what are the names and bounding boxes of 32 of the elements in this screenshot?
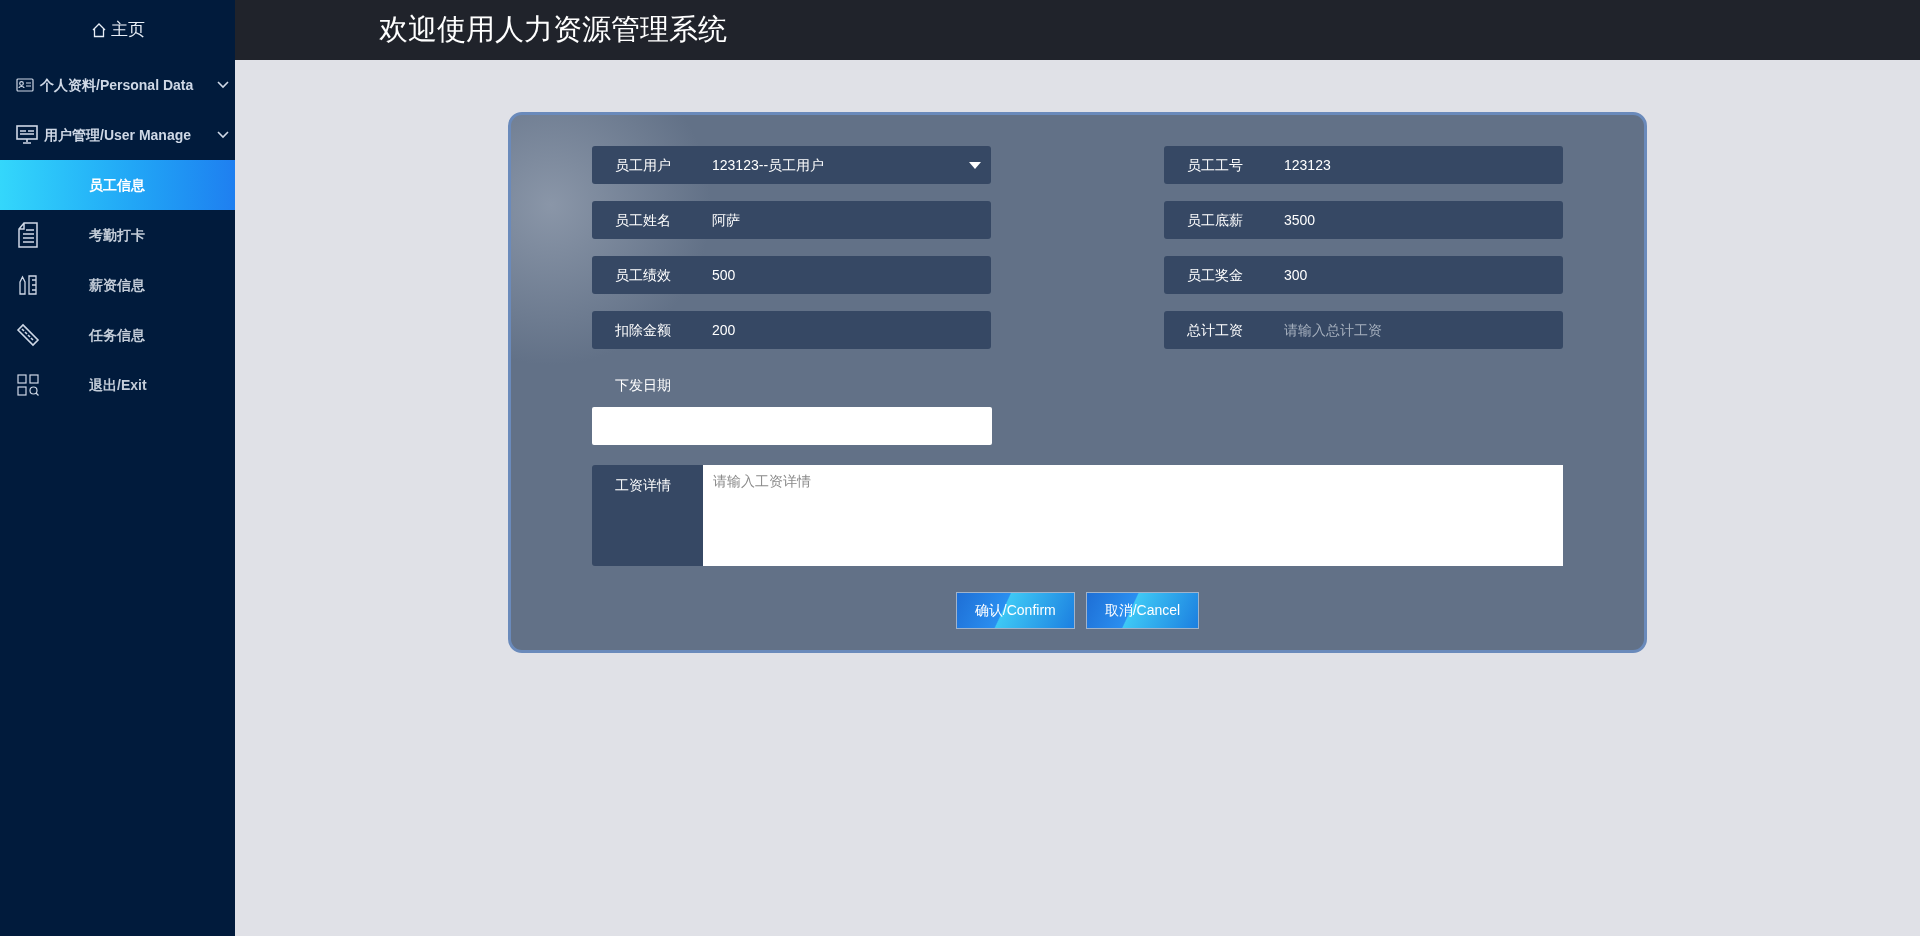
monitor-icon	[16, 125, 38, 145]
columns-icon	[18, 275, 38, 295]
input-field[interactable]: 员工奖金 300	[1164, 256, 1563, 294]
home-icon	[90, 22, 107, 38]
input-field[interactable]: 员工绩效 500	[592, 256, 991, 294]
input-field[interactable]: 员工工号 123123	[1164, 146, 1563, 184]
input-field[interactable]: 扣除金额 200	[592, 311, 991, 349]
chevron-icon	[217, 81, 229, 89]
input-field[interactable]: 总计工资 请输入总计工资	[1164, 311, 1563, 349]
page-title: 欢迎使用人力资源管理系统	[379, 12, 727, 48]
sidebar-item[interactable]: 考勤打卡	[0, 210, 235, 260]
sidebar-group[interactable]: 个人资料/Personal Data	[0, 60, 235, 110]
caret-icon	[969, 161, 981, 169]
document-icon	[18, 222, 38, 248]
id-card-icon	[16, 78, 34, 92]
sidebar-group[interactable]: 用户管理/User Manage	[0, 110, 235, 160]
ruler-icon	[16, 323, 40, 347]
home-link[interactable]: 主页	[0, 0, 235, 60]
date-field[interactable]	[592, 407, 992, 445]
sidebar-item[interactable]: 任务信息	[0, 310, 235, 360]
sidebar-item[interactable]: 退出/Exit	[0, 360, 235, 410]
select-field[interactable]: 员工用户 123123--员工用户	[592, 146, 991, 184]
input-field[interactable]: 员工底薪 3500	[1164, 201, 1563, 239]
chevron-icon	[217, 131, 229, 139]
date-label: 下发日期	[614, 376, 672, 395]
input-field[interactable]: 员工姓名 阿萨	[592, 201, 991, 239]
group-label: 用户管理/User Manage	[44, 125, 193, 145]
details-label: 工资详情	[592, 465, 703, 566]
details-textarea[interactable]: 请输入工资详情	[703, 465, 1563, 566]
group-label: 个人资料/Personal Data	[40, 75, 195, 95]
sidebar-item[interactable]: 薪资信息	[0, 260, 235, 310]
grid-search-icon	[17, 374, 39, 396]
